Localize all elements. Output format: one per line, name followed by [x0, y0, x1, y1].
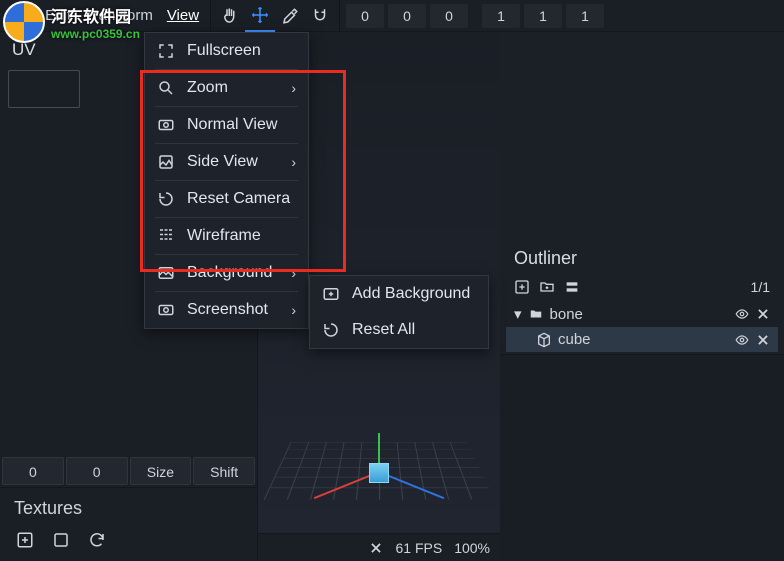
- list-item[interactable]: cube: [506, 327, 778, 352]
- eye-icon[interactable]: [734, 333, 750, 347]
- list-item[interactable]: ▾ bone: [506, 301, 778, 327]
- menu-side-view[interactable]: Side View ›: [145, 144, 308, 180]
- nudge-b[interactable]: 0: [388, 4, 426, 28]
- move-icon[interactable]: [245, 0, 275, 32]
- chevron-right-icon: ›: [291, 80, 296, 96]
- menu-item-label: Zoom: [187, 79, 228, 97]
- pan-icon[interactable]: [215, 0, 245, 32]
- menu-reset-camera[interactable]: Reset Camera: [145, 181, 308, 217]
- menu-edit[interactable]: Edit: [38, 0, 78, 32]
- menu-item-label: Normal View: [187, 116, 277, 134]
- nudge-a[interactable]: 0: [346, 4, 384, 28]
- menu-file[interactable]: File: [0, 0, 38, 32]
- magnet-icon[interactable]: [305, 0, 335, 32]
- refresh-icon[interactable]: [86, 529, 108, 551]
- menu-item-label: Reset All: [352, 321, 415, 339]
- coord-row: 0 0 Size Shift: [0, 455, 257, 487]
- cube-icon: [536, 332, 552, 348]
- nudge-e[interactable]: 1: [524, 4, 562, 28]
- menu-wireframe[interactable]: Wireframe: [145, 218, 308, 254]
- close-icon[interactable]: [369, 541, 383, 555]
- add-texture-icon[interactable]: [14, 529, 36, 551]
- delete-icon[interactable]: [756, 333, 770, 347]
- add-icon[interactable]: [514, 279, 530, 295]
- zoom-label: 100%: [454, 540, 490, 556]
- nudge-c[interactable]: 0: [430, 4, 468, 28]
- coord-b[interactable]: 0: [66, 457, 128, 485]
- list-item-label: bone: [550, 306, 583, 323]
- submenu-reset-all[interactable]: Reset All: [310, 312, 488, 348]
- toolbar: File Edit Transform View 0 0 0 1 1 1: [0, 0, 784, 32]
- nudge-f[interactable]: 1: [566, 4, 604, 28]
- fps-label: 61 FPS: [395, 540, 442, 556]
- separator: [210, 0, 211, 32]
- right-sidebar: Outliner 1/1 ▾ bone: [500, 32, 784, 561]
- menu-screenshot[interactable]: Screenshot ›: [145, 292, 308, 328]
- model-cube[interactable]: [369, 463, 389, 483]
- background-submenu: Add Background Reset All: [309, 275, 489, 349]
- outliner-count: 1/1: [751, 279, 770, 295]
- shift-button[interactable]: Shift: [193, 457, 255, 485]
- menu-view[interactable]: View: [160, 0, 206, 32]
- menu-item-label: Wireframe: [187, 227, 261, 245]
- submenu-add-background[interactable]: Add Background: [310, 276, 488, 312]
- menu-item-label: Screenshot: [187, 301, 268, 319]
- list-item-label: cube: [558, 331, 591, 348]
- eye-icon[interactable]: [734, 307, 750, 321]
- textures-title: Textures: [14, 498, 243, 519]
- layers-icon[interactable]: [564, 279, 580, 295]
- view-dropdown: Fullscreen Zoom › Normal View Side View …: [144, 32, 309, 329]
- folder-icon: [528, 307, 544, 321]
- size-button[interactable]: Size: [130, 457, 192, 485]
- menu-normal-view[interactable]: Normal View: [145, 107, 308, 143]
- chevron-right-icon: ›: [291, 154, 296, 170]
- delete-icon[interactable]: [756, 307, 770, 321]
- outliner-list: ▾ bone cube: [500, 299, 784, 354]
- menu-item-label: Reset Camera: [187, 190, 290, 208]
- menu-fullscreen[interactable]: Fullscreen: [145, 33, 308, 69]
- blank-texture-icon[interactable]: [50, 529, 72, 551]
- menu-item-label: Background: [187, 264, 272, 282]
- menu-transform[interactable]: Transform: [78, 0, 160, 32]
- menu-item-label: Fullscreen: [187, 42, 261, 60]
- status-bar: 61 FPS 100%: [258, 533, 500, 561]
- chevron-right-icon: ›: [291, 302, 296, 318]
- coord-a[interactable]: 0: [2, 457, 64, 485]
- menu-zoom[interactable]: Zoom ›: [145, 70, 308, 106]
- folder-add-icon[interactable]: [538, 279, 556, 295]
- chevron-right-icon: ›: [291, 265, 296, 281]
- brush-icon[interactable]: [275, 0, 305, 32]
- menu-item-label: Add Background: [352, 285, 470, 303]
- separator: [339, 0, 340, 32]
- menu-item-label: Side View: [187, 153, 258, 171]
- uv-preview[interactable]: [8, 70, 80, 108]
- outliner-title: Outliner: [500, 238, 784, 275]
- nudge-d[interactable]: 1: [482, 4, 520, 28]
- menu-background[interactable]: Background ›: [145, 255, 308, 291]
- chevron-down-icon[interactable]: ▾: [514, 305, 522, 323]
